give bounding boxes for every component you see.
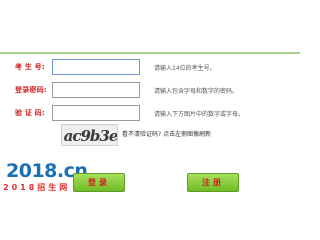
login-button[interactable]: 登录: [73, 173, 125, 192]
password-hint: 请输入包含字母和数字的密码。: [154, 88, 239, 95]
captcha-image[interactable]: ac9b3e: [61, 124, 118, 146]
candidate-number-label: 考 生 号:: [15, 63, 45, 71]
password-label: 登录密码:: [15, 86, 47, 94]
captcha-refresh-tip: 看不清验证码? 点击左侧图像刷新: [122, 131, 212, 138]
captcha-label: 验 证 码:: [15, 109, 45, 117]
register-button[interactable]: 注册: [187, 173, 239, 192]
candidate-number-input[interactable]: [52, 59, 140, 75]
captcha-code: ac9b3e: [64, 127, 118, 145]
password-input[interactable]: [52, 82, 140, 98]
candidate-number-hint: 请输入14位的考生号。: [154, 65, 216, 72]
form-row-captcha: 验 证 码: 请输入下方图片中的数字或字母。: [0, 104, 300, 126]
form-row-candidate-number: 考 生 号: 请输入14位的考生号。: [0, 58, 300, 80]
captcha-input[interactable]: [52, 105, 140, 121]
captcha-hint: 请输入下方图片中的数字或字母。: [154, 111, 245, 118]
form-row-password: 登录密码: 请输入包含字母和数字的密码。: [0, 81, 300, 103]
logo-sub-text: 2018招生网: [3, 183, 71, 192]
